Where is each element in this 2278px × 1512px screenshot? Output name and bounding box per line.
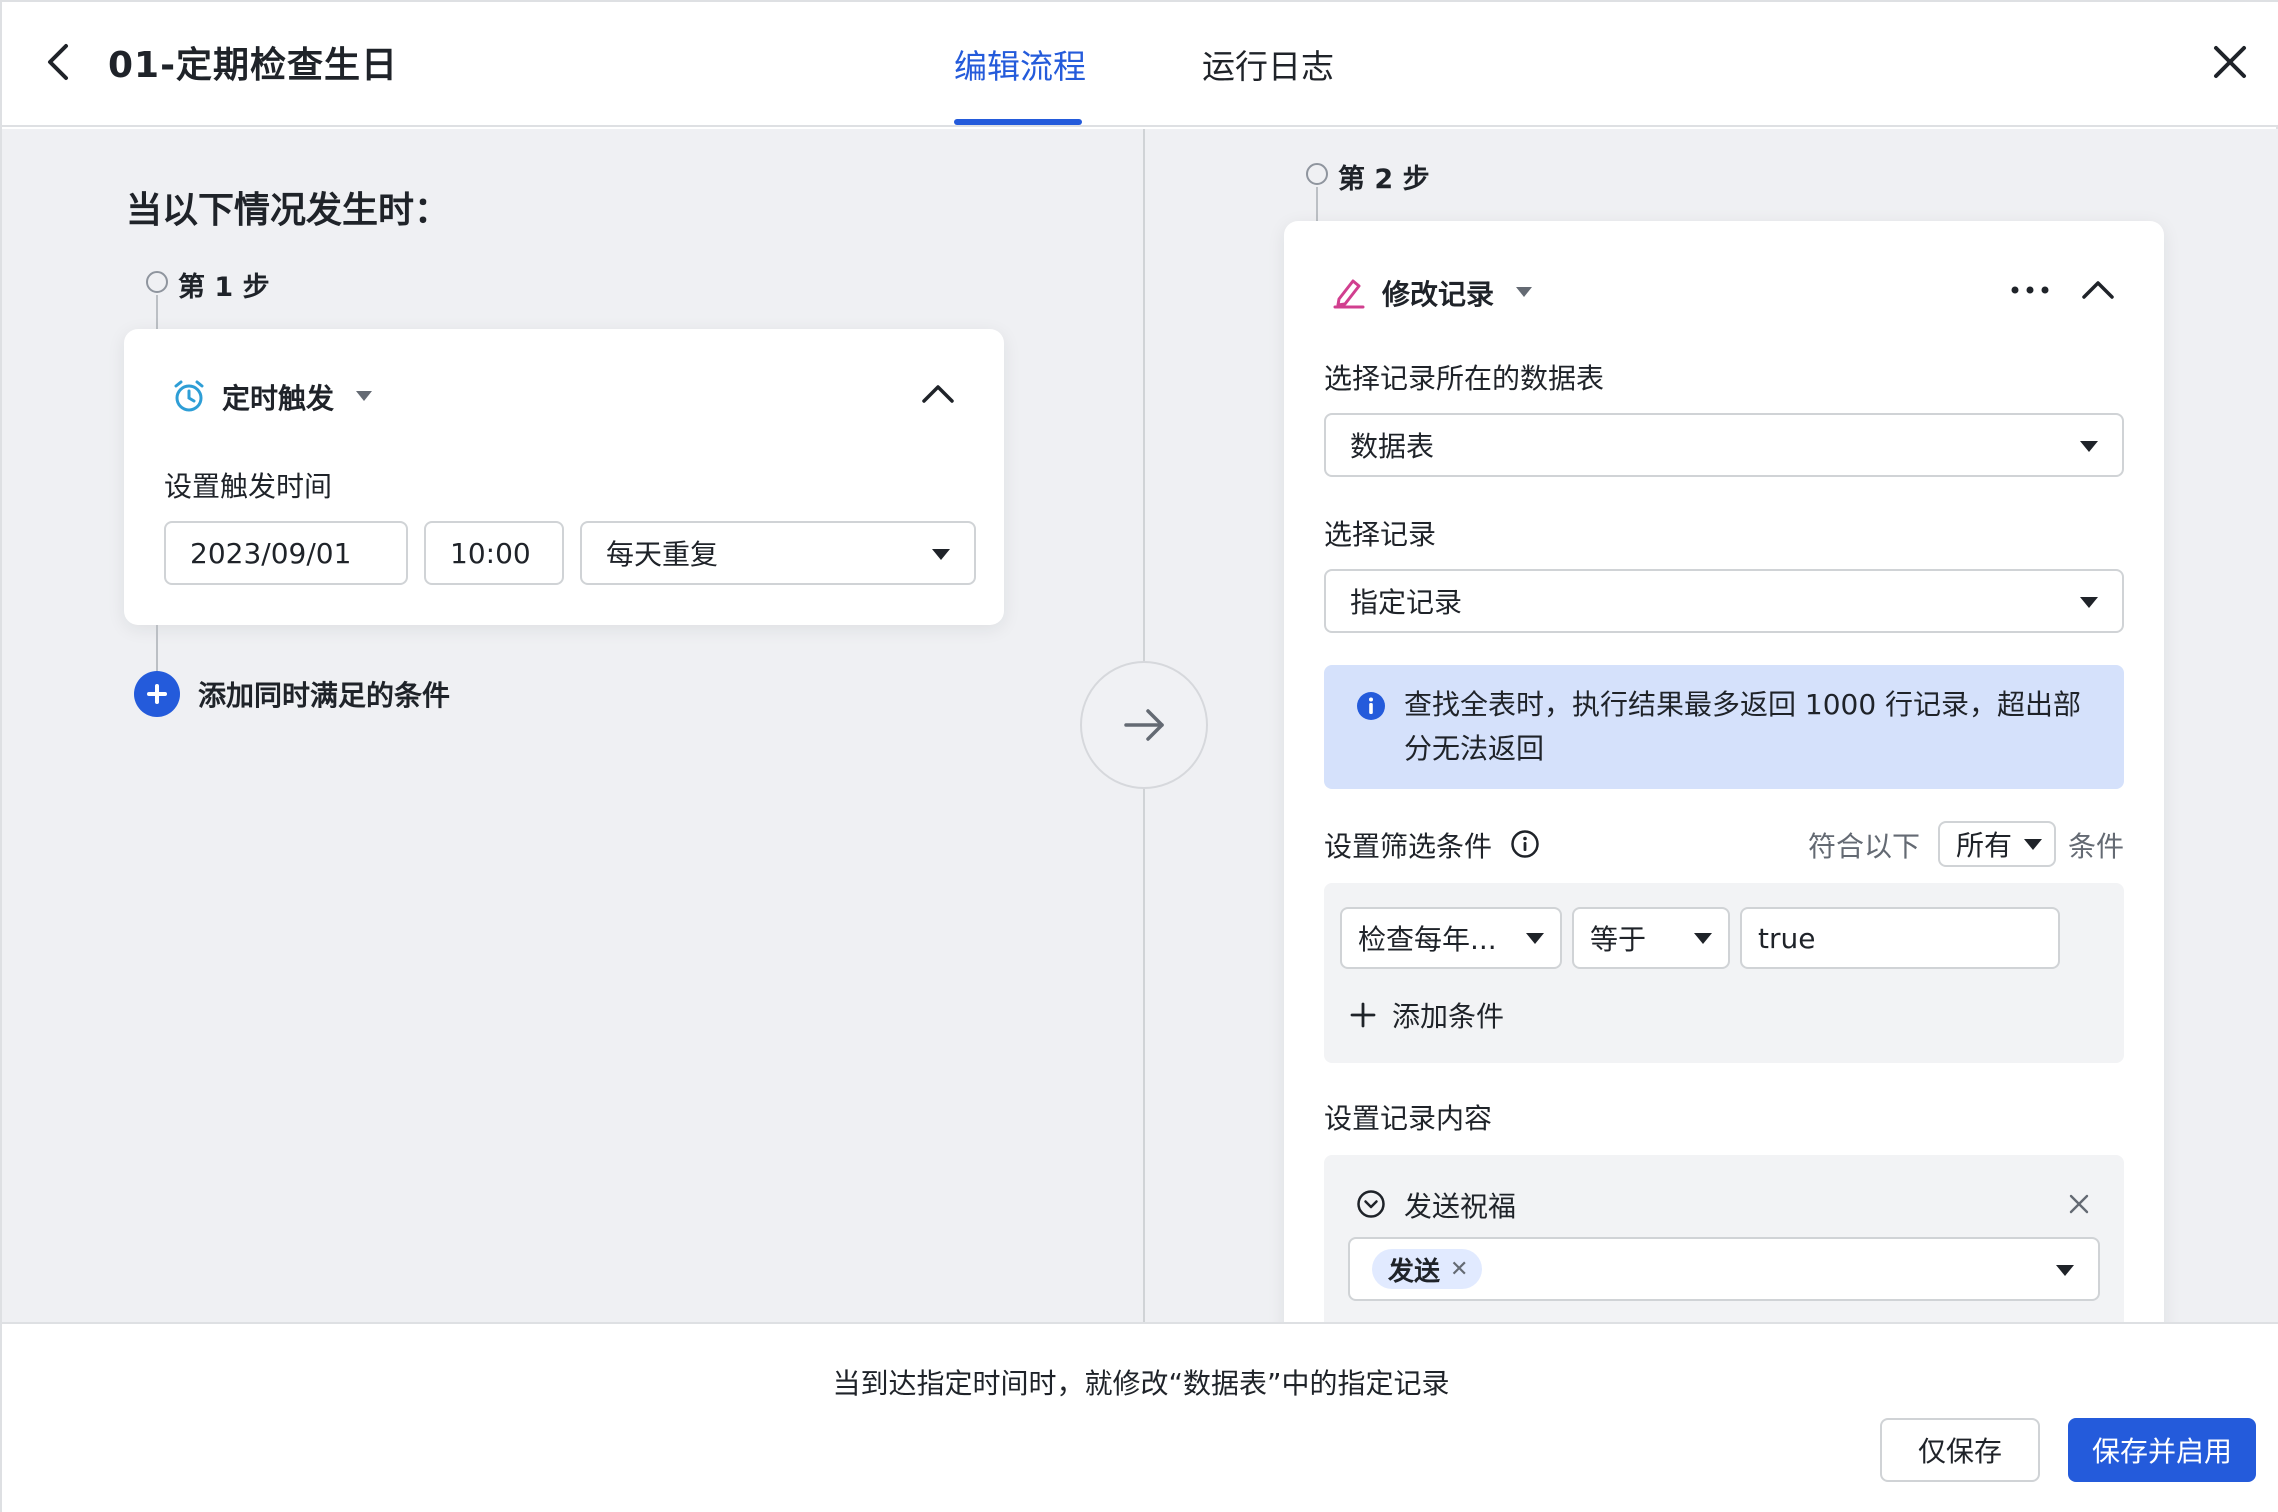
tab-edit-flow[interactable]: 编辑流程 xyxy=(954,40,1086,88)
condition-field-value: 检查每年... xyxy=(1358,923,1497,956)
info-icon xyxy=(1357,692,1385,720)
content-value-select[interactable]: 发送 ✕ xyxy=(1348,1237,2100,1301)
page-title: 01-定期检查生日 xyxy=(108,45,399,86)
back-button[interactable] xyxy=(40,40,76,84)
match-mode-select[interactable]: 所有 xyxy=(1938,821,2056,867)
table-select[interactable]: 数据表 xyxy=(1324,413,2124,477)
more-options-icon[interactable] xyxy=(2010,285,2050,295)
help-info-icon[interactable] xyxy=(1510,829,1540,859)
match-prefix-text: 符合以下 xyxy=(1808,830,1921,863)
plus-circle-icon xyxy=(134,671,180,717)
table-select-label: 选择记录所在的数据表 xyxy=(1324,362,1605,395)
add-condition-button[interactable]: 添加同时满足的条件 xyxy=(134,671,450,717)
filter-label: 设置筛选条件 xyxy=(1324,830,1493,863)
arrow-right-icon xyxy=(1124,709,1164,741)
step-1-connector-bottom xyxy=(156,625,158,673)
match-mode-caret-icon xyxy=(2024,839,2042,850)
record-content-label: 设置记录内容 xyxy=(1324,1102,1493,1135)
close-icon xyxy=(2214,46,2246,78)
repeat-select-caret-icon xyxy=(932,549,950,560)
record-select[interactable]: 指定记录 xyxy=(1324,569,2124,633)
tab-run-log[interactable]: 运行日志 xyxy=(1202,40,1334,88)
content-value-caret-icon xyxy=(2056,1265,2074,1276)
edit-pencil-icon xyxy=(1333,279,1365,309)
repeat-select[interactable]: 每天重复 xyxy=(580,521,976,585)
condition-field-caret-icon xyxy=(1526,933,1544,944)
trigger-time-label: 设置触发时间 xyxy=(164,470,333,503)
collapse-chevron-up-icon[interactable] xyxy=(920,381,956,405)
close-button[interactable] xyxy=(2210,42,2250,82)
record-content-area: 发送祝福 发送 ✕ xyxy=(1324,1155,2124,1324)
action-type-caret-icon[interactable] xyxy=(1516,287,1532,297)
match-mode-value: 所有 xyxy=(1956,829,2013,862)
active-tab-indicator xyxy=(954,119,1082,125)
header-bar: 01-定期检查生日 编辑流程 运行日志 xyxy=(2,2,2278,127)
collapse-chevron-up-icon[interactable] xyxy=(2080,277,2116,301)
filter-conditions-area: 检查每年... 等于 true 添加条件 xyxy=(1324,883,2124,1063)
condition-operator-value: 等于 xyxy=(1590,923,1647,956)
trigger-type-caret-icon[interactable] xyxy=(356,391,372,401)
content-value-tag: 发送 ✕ xyxy=(1372,1249,1483,1289)
chevron-left-icon xyxy=(48,44,68,80)
condition-value-input[interactable]: true xyxy=(1740,907,2060,969)
repeat-select-value: 每天重复 xyxy=(606,538,719,571)
footer-bar: 当到达指定时间时，就修改“数据表”中的指定记录 仅保存 保存并启用 xyxy=(2,1322,2278,1512)
plus-icon xyxy=(1350,1002,1376,1028)
content-value-tag-label: 发送 xyxy=(1388,1256,1441,1287)
trigger-date-input[interactable]: 2023/09/01 xyxy=(164,521,408,585)
trigger-card: 定时触发 设置触发时间 2023/09/01 10:00 每天重复 xyxy=(124,329,1004,625)
step-2-dot xyxy=(1306,163,1328,185)
table-select-value: 数据表 xyxy=(1350,430,1435,463)
add-filter-condition-label: 添加条件 xyxy=(1392,1000,1505,1033)
info-notice: 查找全表时，执行结果最多返回 1000 行记录，超出部分无法返回 xyxy=(1324,665,2124,789)
content-field-name: 发送祝福 xyxy=(1404,1190,1517,1223)
trigger-time-input[interactable]: 10:00 xyxy=(424,521,564,585)
condition-value-text: true xyxy=(1758,921,1816,955)
add-condition-label: 添加同时满足的条件 xyxy=(198,679,451,712)
save-only-button[interactable]: 仅保存 xyxy=(1880,1418,2040,1482)
alarm-clock-icon xyxy=(174,380,204,412)
trigger-type-label[interactable]: 定时触发 xyxy=(222,377,334,417)
remove-tag-close-icon[interactable]: ✕ xyxy=(1450,1257,1468,1282)
table-select-caret-icon xyxy=(2080,441,2098,452)
automation-editor-dialog: 01-定期检查生日 编辑流程 运行日志 当以下情况发生时： 第 1 步 定时触发 xyxy=(0,0,2278,1512)
action-type-label[interactable]: 修改记录 xyxy=(1382,273,1494,313)
condition-field-select[interactable]: 检查每年... xyxy=(1340,907,1562,969)
save-and-enable-button[interactable]: 保存并启用 xyxy=(2068,1418,2256,1482)
add-filter-condition-button[interactable]: 添加条件 xyxy=(1350,995,1504,1035)
flow-arrow-node xyxy=(1080,661,1208,789)
trigger-heading: 当以下情况发生时： xyxy=(126,190,451,231)
step-1-label: 第 1 步 xyxy=(178,272,270,303)
flow-canvas: 当以下情况发生时： 第 1 步 定时触发 设置触发时间 2023/09/01 1… xyxy=(2,129,2278,1324)
condition-operator-caret-icon xyxy=(1694,933,1712,944)
action-card: 修改记录 选择记录所在的数据表 数据表 选择记录 指定记录 查找全表时，执行结果… xyxy=(1284,221,2164,1324)
info-notice-text: 查找全表时，执行结果最多返回 1000 行记录，超出部分无法返回 xyxy=(1404,688,2082,765)
remove-field-close-icon[interactable] xyxy=(2068,1193,2090,1215)
trigger-date-value: 2023/09/01 xyxy=(190,536,352,570)
record-select-caret-icon xyxy=(2080,597,2098,608)
step-1-dot xyxy=(146,271,168,293)
expand-circle-chevron-icon[interactable] xyxy=(1356,1189,1386,1219)
condition-operator-select[interactable]: 等于 xyxy=(1572,907,1730,969)
flow-summary-text: 当到达指定时间时，就修改“数据表”中的指定记录 xyxy=(832,1367,1450,1400)
trigger-time-value: 10:00 xyxy=(450,536,531,570)
record-select-value: 指定记录 xyxy=(1350,586,1463,619)
record-select-label: 选择记录 xyxy=(1324,518,1437,551)
step-2-label: 第 2 步 xyxy=(1338,164,1430,195)
match-suffix-text: 条件 xyxy=(2068,830,2125,863)
